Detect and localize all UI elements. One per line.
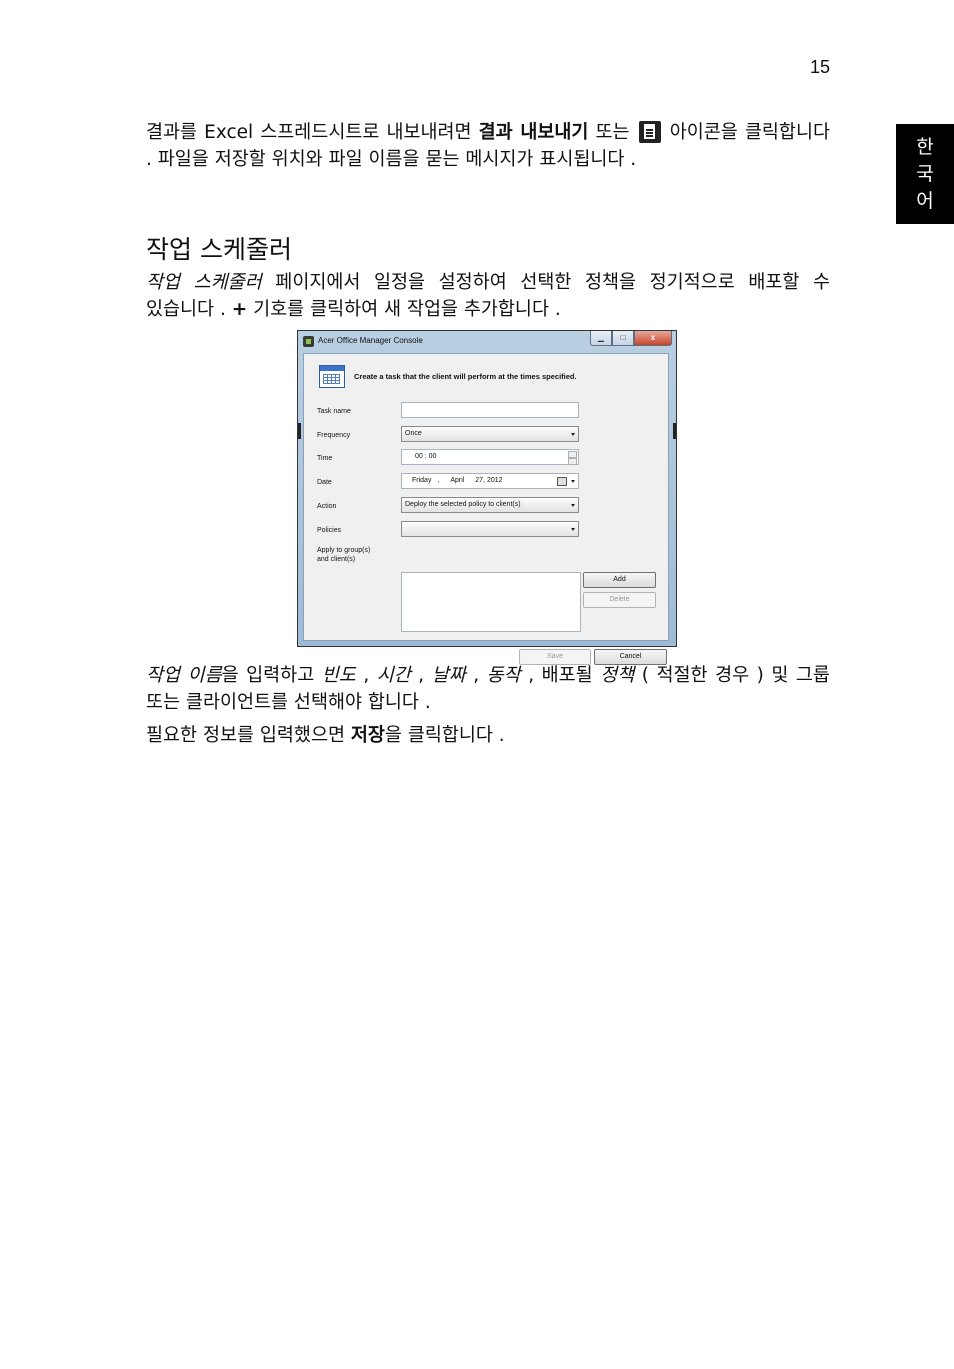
task-name-input[interactable] — [401, 402, 579, 418]
frequency-value: Once — [405, 430, 422, 437]
dialog-header: Create a task that the client will perfo… — [354, 372, 577, 381]
text: , — [410, 665, 432, 686]
document-icon — [638, 121, 661, 143]
chevron-down-icon — [571, 480, 575, 483]
time-term: 시간 — [376, 665, 411, 686]
text: 기호를 클릭하여 새 작업을 추가합니다 . — [247, 299, 561, 320]
frequency-term: 빈도 — [321, 665, 356, 686]
scheduler-intro-paragraph: 작업 스케줄러 페이지에서 일정을 설정하여 선택한 정책을 정기적으로 배포할… — [146, 269, 830, 323]
chevron-down-icon — [571, 528, 575, 531]
export-results-label: 결과 내보내기 — [478, 122, 589, 143]
save-term: 저장 — [350, 725, 385, 746]
frequency-select[interactable]: Once — [401, 426, 579, 442]
app-icon — [303, 336, 314, 347]
policy-term: 정책 — [600, 665, 635, 686]
close-button[interactable]: x — [634, 331, 672, 346]
task-name-label: Task name — [317, 408, 351, 415]
calendar-icon — [319, 365, 345, 388]
policies-select[interactable] — [401, 521, 579, 537]
task-name-term: 작업 이름 — [146, 665, 222, 686]
apply-to-label-line1: Apply to group(s) — [317, 547, 371, 554]
window-titlebar: Acer Office Manager Console ▁ □ x — [298, 331, 676, 353]
time-picker[interactable]: 00 : 00 — [401, 449, 579, 465]
language-tab-char: 한 — [916, 135, 934, 158]
spinner-icon[interactable] — [568, 451, 577, 465]
time-value: 00 : 00 — [415, 453, 437, 460]
text: 또는 — [588, 122, 637, 143]
section-heading: 작업 스케줄러 — [146, 235, 292, 264]
frequency-label: Frequency — [317, 432, 351, 439]
task-scheduler-term: 작업 스케줄러 — [146, 272, 262, 293]
action-term: 동작 — [486, 665, 521, 686]
text: , 배포될 — [520, 665, 601, 686]
date-day: Friday — [412, 477, 432, 484]
date-label: Date — [317, 479, 332, 486]
add-button[interactable]: Add — [583, 572, 656, 588]
language-tab-char: 국 — [916, 162, 934, 185]
window-controls: ▁ □ x — [590, 331, 672, 346]
groups-clients-list[interactable] — [401, 572, 581, 632]
delete-button[interactable]: Delete — [583, 592, 656, 608]
chevron-down-icon — [571, 433, 575, 436]
chevron-down-icon — [571, 504, 575, 507]
text: 을 입력하고 — [221, 665, 322, 686]
text: 결과를 Excel 스프레드시트로 내보내려면 — [146, 122, 479, 143]
maximize-button[interactable]: □ — [612, 331, 634, 346]
apply-to-label: Apply to group(s) and client(s) — [317, 546, 370, 564]
action-value: Deploy the selected policy to client(s) — [405, 501, 521, 508]
text: , — [355, 665, 377, 686]
date-picker[interactable]: Friday , April 27, 2012 — [401, 473, 579, 489]
calendar-dropdown-icon[interactable] — [557, 477, 567, 486]
page-number: 15 — [809, 57, 830, 77]
date-separator: , — [437, 477, 440, 484]
policies-label: Policies — [317, 527, 342, 534]
date-term: 날짜 — [431, 665, 466, 686]
plus-symbol: + — [231, 299, 248, 320]
text: , — [465, 665, 487, 686]
fill-fields-paragraph: 작업 이름을 입력하고 빈도 , 시간 , 날짜 , 동작 , 배포될 정책 (… — [146, 662, 830, 716]
apply-to-label-line2: and client(s) — [317, 556, 356, 563]
minimize-button[interactable]: ▁ — [590, 331, 612, 346]
language-tab-char: 어 — [916, 189, 934, 212]
window-title: Acer Office Manager Console — [318, 336, 423, 345]
frame-marker — [298, 423, 301, 439]
date-day-year: 27, 2012 — [475, 477, 503, 484]
action-select[interactable]: Deploy the selected policy to client(s) — [401, 497, 579, 513]
frame-marker — [673, 423, 676, 439]
task-dialog-screenshot: Acer Office Manager Console ▁ □ x Create… — [297, 330, 677, 665]
save-instruction-paragraph: 필요한 정보를 입력했으면 저장을 클릭합니다 . — [146, 722, 830, 749]
export-paragraph: 결과를 Excel 스프레드시트로 내보내려면 결과 내보내기 또는 아이콘을 … — [146, 119, 830, 173]
time-label: Time — [317, 455, 333, 462]
date-month: April — [450, 477, 465, 484]
dialog-client-area: Create a task that the client will perfo… — [303, 353, 669, 665]
action-label: Action — [317, 503, 337, 510]
text: 을 클릭합니다 . — [384, 725, 505, 746]
text: 필요한 정보를 입력했으면 — [146, 725, 351, 746]
language-tab: 한 국 어 — [896, 124, 954, 224]
